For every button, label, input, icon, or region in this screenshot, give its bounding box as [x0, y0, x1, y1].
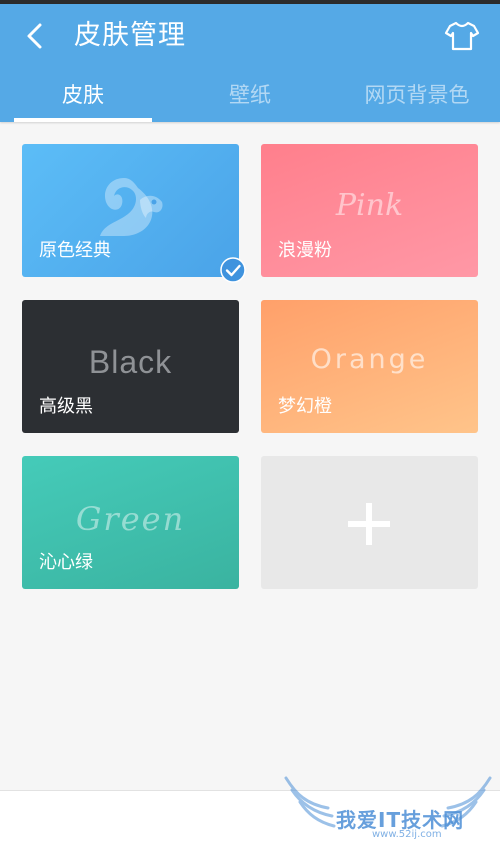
selected-check-icon [220, 257, 246, 283]
skin-shop-button[interactable] [444, 18, 480, 54]
tab-bar: 皮肤 壁纸 网页背景色 [0, 72, 500, 122]
skin-wordmark: Pink [335, 188, 404, 223]
tab-skin[interactable]: 皮肤 [14, 72, 152, 118]
tab-web-background[interactable]: 网页背景色 [352, 72, 482, 118]
skin-card-orange[interactable]: Orange 梦幻橙 [261, 300, 478, 433]
top-app-bar: 皮肤管理 皮肤 壁纸 网页背景色 [0, 4, 500, 122]
tab-wallpaper[interactable]: 壁纸 [180, 72, 320, 118]
skin-name: 梦幻橙 [278, 396, 332, 417]
plus-icon [348, 503, 390, 545]
watermark-url: www.52ij.com [372, 829, 442, 840]
page-title: 皮肤管理 [74, 20, 186, 51]
add-skin-button[interactable] [261, 456, 478, 589]
back-arrow-icon [27, 23, 42, 49]
skin-card-green[interactable]: Green 沁心绿 [22, 456, 239, 589]
skin-card-classic[interactable]: 原色经典 [22, 144, 239, 277]
skin-name: 原色经典 [39, 240, 111, 261]
back-button[interactable] [18, 18, 54, 54]
skin-wordmark: Black [88, 344, 173, 380]
tshirt-icon [444, 21, 480, 51]
skin-name: 沁心绿 [39, 552, 93, 573]
skin-wordmark: Green [75, 500, 186, 538]
skin-card-pink[interactable]: Pink 浪漫粉 [261, 144, 478, 277]
skin-name: 浪漫粉 [278, 240, 332, 261]
skin-wordmark: Orange [310, 344, 429, 375]
skin-name: 高级黑 [39, 396, 93, 417]
skin-card-black[interactable]: Black 高级黑 [22, 300, 239, 433]
uc-squirrel-icon [100, 178, 163, 236]
tab-indicator [14, 118, 152, 122]
